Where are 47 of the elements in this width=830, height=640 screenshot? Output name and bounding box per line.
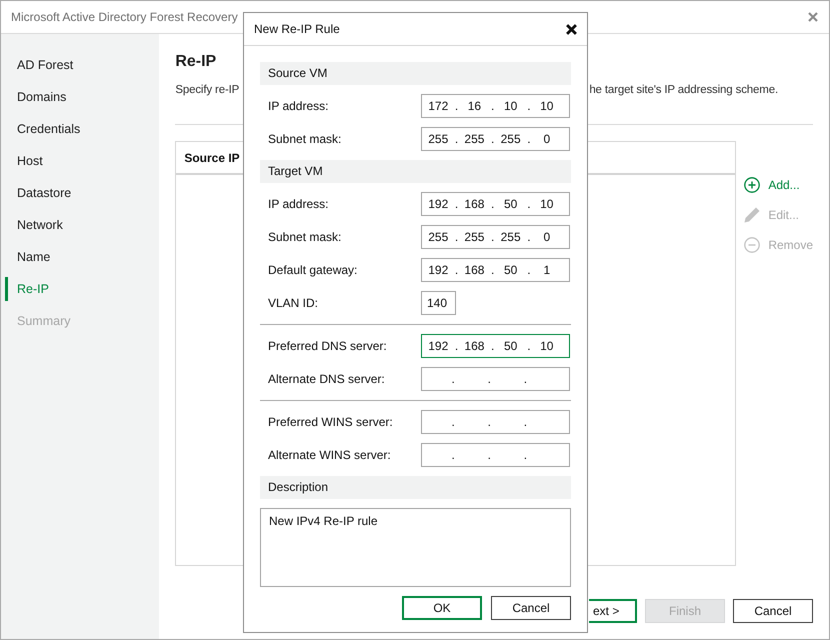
page-heading: Re-IP [175, 52, 216, 72]
ip-address-field[interactable]: 255 . 255 . 255 . 0 [421, 225, 570, 249]
field-label: IP address: [267, 197, 330, 211]
field-label: Subnet mask: [267, 132, 342, 146]
description-field[interactable]: New IPv4 Re-IP rule [260, 508, 571, 587]
sidebar-item[interactable]: Datastore [5, 181, 160, 205]
sidebar-item[interactable]: Re-IP [5, 277, 160, 301]
field-label: Subnet mask: [267, 230, 342, 244]
ip-address-field[interactable]: . . . [421, 367, 570, 391]
ip-address-field[interactable]: . . . [421, 410, 570, 434]
sidebar-item[interactable]: Name [5, 245, 160, 269]
ip-address-field[interactable]: 172 . 16 . 10 . 10 [421, 94, 570, 118]
close-icon[interactable] [566, 24, 577, 34]
sidebar-item[interactable]: Host [5, 149, 160, 173]
window-title: Microsoft Active Directory Forest Recovery [11, 10, 238, 24]
sidebar-item[interactable]: Network [5, 213, 160, 237]
field-label: VLAN ID: [267, 296, 320, 310]
dialog-title: New Re-IP Rule [254, 22, 340, 36]
plus-circle-icon [744, 177, 760, 193]
wizard-button[interactable]: ext > [589, 599, 637, 623]
ip-address-field[interactable]: 192 . 168 . 50 . 10 [421, 192, 570, 216]
field-label: Alternate WINS server: [267, 448, 392, 462]
ip-address-field[interactable]: 192 . 168 . 50 . 1 [421, 258, 570, 282]
field-label: IP address: [267, 99, 330, 113]
field-label: Alternate DNS server: [267, 372, 386, 386]
ip-address-field[interactable]: 255 . 255 . 255 . 0 [421, 127, 570, 151]
dialog-button[interactable]: OK [402, 596, 482, 620]
ip-address-field[interactable]: . . . [421, 443, 570, 467]
description-text: Specify re-IP [175, 83, 240, 98]
column-header[interactable]: Source IP [184, 150, 240, 164]
field-label: Preferred DNS server: [267, 339, 388, 353]
vlan-id-field[interactable]: 140 [421, 291, 456, 315]
description-text: he target site's IP addressing scheme. [589, 83, 778, 98]
wizard-button[interactable]: Cancel [733, 599, 813, 623]
pencil-icon [744, 207, 760, 223]
field-label: Preferred WINS server: [267, 415, 394, 429]
minus-circle-icon [744, 237, 760, 253]
sidebar-item[interactable]: Domains [5, 85, 160, 109]
ip-address-field[interactable]: 192 . 168 . 50 . 10 [421, 334, 570, 358]
sidebar-item[interactable]: AD Forest [5, 53, 160, 77]
sidebar-item[interactable]: Credentials [5, 117, 160, 141]
section-header: Description [260, 476, 571, 499]
dialog-button[interactable]: Cancel [491, 596, 571, 620]
section-header: Source VM [260, 62, 571, 85]
field-label: Default gateway: [267, 263, 358, 277]
section-header: Target VM [260, 160, 571, 183]
add-button[interactable]: Add... [744, 170, 813, 200]
